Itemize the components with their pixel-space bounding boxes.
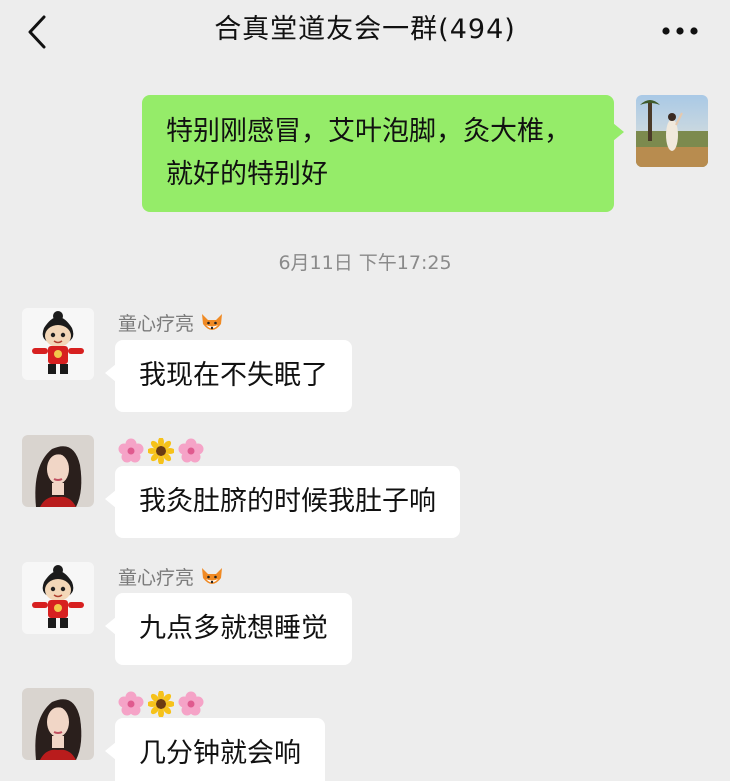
sender-emojis xyxy=(118,437,208,464)
chat-header: 合真堂道友会一群(494) xyxy=(0,0,730,64)
more-button[interactable] xyxy=(658,16,702,46)
sender-name: 童心疗亮 xyxy=(118,565,224,591)
landscape-photo-avatar[interactable] xyxy=(636,95,708,167)
cartoon-boy-avatar[interactable] xyxy=(22,308,94,380)
cherry-blossom-emoji xyxy=(118,438,144,462)
sunflower-emoji xyxy=(148,437,174,464)
message-bubble-other[interactable]: 几分钟就会响 xyxy=(105,718,325,781)
message-bubble-other[interactable]: 九点多就想睡觉 xyxy=(105,593,352,665)
sender-name-text: 童心疗亮 xyxy=(118,567,195,589)
sunflower-emoji xyxy=(148,690,174,717)
message-timestamp: 6月11日 下午17:25 xyxy=(278,252,452,274)
woman-portrait-avatar[interactable] xyxy=(22,688,94,760)
message-bubble-self[interactable]: 特别刚感冒，艾叶泡脚，灸大椎，就好的特别好 xyxy=(142,95,624,212)
cartoon-boy-avatar[interactable] xyxy=(22,562,94,634)
message-bubble-other[interactable]: 我现在不失眠了 xyxy=(105,340,352,412)
chat-title: 合真堂道友会一群(494) xyxy=(214,14,516,45)
message-bubble-other[interactable]: 我灸肚脐的时候我肚子响 xyxy=(105,466,460,538)
sender-name-text: 童心疗亮 xyxy=(118,313,195,335)
fox-emoji xyxy=(202,568,223,584)
cherry-blossom-emoji xyxy=(118,691,144,715)
woman-portrait-avatar[interactable] xyxy=(22,435,94,507)
cherry-blossom-emoji xyxy=(178,438,204,462)
chat-screen: 合真堂道友会一群(494) 特别刚感冒，艾叶泡脚，灸大椎，就好的特别好 6月11… xyxy=(0,0,730,781)
fox-emoji xyxy=(202,314,223,330)
sender-emojis xyxy=(118,690,208,717)
cherry-blossom-emoji xyxy=(178,691,204,715)
more-dots-icon xyxy=(662,27,698,35)
sender-name: 童心疗亮 xyxy=(118,311,224,337)
